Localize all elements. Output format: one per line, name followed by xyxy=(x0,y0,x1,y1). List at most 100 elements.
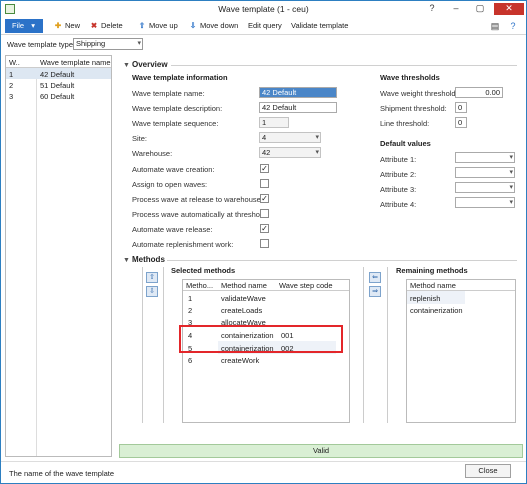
move-down-icon: ⇩ xyxy=(189,21,197,30)
attribute-4-select[interactable]: ▾ xyxy=(455,197,515,208)
remaining-method[interactable]: replenish xyxy=(410,294,440,303)
chevron-down-icon: ▾ xyxy=(315,149,319,156)
chevron-down-icon: ▾ xyxy=(509,184,513,191)
method-number: 1 xyxy=(188,294,193,303)
check-icon: ✓ xyxy=(261,164,268,173)
move-down-label: Move down xyxy=(200,21,239,30)
template-row[interactable]: 1 42 Default xyxy=(6,68,111,79)
col-header-number[interactable]: W.. xyxy=(9,58,20,67)
method-name[interactable]: validateWave xyxy=(221,294,266,303)
col-header-method-name[interactable]: Method name xyxy=(221,281,267,290)
template-name-input[interactable]: 42 Default xyxy=(259,87,337,98)
column-divider xyxy=(36,56,37,456)
template-type-select[interactable]: Shipping ▾ xyxy=(73,38,143,50)
close-window-button[interactable]: ✕ xyxy=(494,3,524,15)
attribute-1-label: Attribute 1: xyxy=(380,155,417,164)
template-type-label: Wave template type: xyxy=(7,40,76,49)
sequence-label: Wave template sequence: xyxy=(132,119,219,128)
template-row[interactable]: 2 51 Default xyxy=(6,79,111,90)
highlight-box xyxy=(179,325,343,353)
weight-threshold-input[interactable]: 0.00 xyxy=(455,87,503,98)
automate-replenishment-checkbox[interactable] xyxy=(260,239,269,248)
automate-replenishment-label: Automate replenishment work: xyxy=(132,240,234,249)
automate-wave-release-checkbox[interactable]: ✓ xyxy=(260,224,269,233)
method-name[interactable]: createLoads xyxy=(221,306,262,315)
description-label: Wave template description: xyxy=(132,104,223,113)
help-icon[interactable]: ? xyxy=(507,20,519,32)
attribute-1-select[interactable]: ▾ xyxy=(455,152,515,163)
delete-button[interactable]: ✖ Delete xyxy=(89,19,123,33)
warehouse-value: 42 xyxy=(262,148,271,157)
thresholds-title: Wave thresholds xyxy=(380,73,440,82)
template-list: W.. Wave template name 1 42 Default 2 51… xyxy=(5,55,112,457)
chevron-down-icon: ▾ xyxy=(509,169,513,176)
line-threshold-label: Line threshold: xyxy=(380,119,430,128)
method-number: 6 xyxy=(188,356,193,365)
move-method-down-button[interactable]: ⇩ xyxy=(146,286,158,297)
edit-query-button[interactable]: Edit query xyxy=(248,19,282,33)
new-button[interactable]: ✚ New xyxy=(53,19,80,33)
row-name: 60 Default xyxy=(40,92,75,101)
process-at-release-label: Process wave at release to warehouse: xyxy=(132,195,263,204)
close-button[interactable]: Close xyxy=(465,464,511,478)
chevron-down-icon: ▾ xyxy=(315,134,319,141)
selected-methods-title: Selected methods xyxy=(171,266,236,275)
col-header-name[interactable]: Wave template name xyxy=(40,58,111,67)
maximize-button[interactable]: ▢ xyxy=(469,3,491,15)
template-list-header: W.. Wave template name xyxy=(6,56,111,68)
move-down-button[interactable]: ⇩ Move down xyxy=(188,19,239,33)
col-header-wave-step-code[interactable]: Wave step code xyxy=(279,281,333,290)
move-up-label: Move up xyxy=(149,21,178,30)
move-up-button[interactable]: ⇧ Move up xyxy=(137,19,178,33)
automate-wave-creation-label: Automate wave creation: xyxy=(132,165,215,174)
line-threshold-input[interactable]: 0 xyxy=(455,117,467,128)
site-select[interactable]: 4 ▾ xyxy=(259,132,321,143)
chevron-down-icon: ▾ xyxy=(509,199,513,206)
chevron-down-icon: ▾ xyxy=(509,154,513,161)
method-name[interactable]: createWork xyxy=(221,356,259,365)
process-at-threshold-label: Process wave automatically at threshold: xyxy=(132,210,268,219)
view-icon[interactable]: ▤ xyxy=(489,20,501,32)
warehouse-select[interactable]: 42 ▾ xyxy=(259,147,321,158)
divider xyxy=(387,267,388,423)
template-description-input[interactable]: 42 Default xyxy=(259,102,337,113)
col-header-remaining-name[interactable]: Method name xyxy=(410,281,456,290)
file-label: File xyxy=(12,21,25,30)
add-method-button[interactable]: ⇐ xyxy=(369,272,381,283)
remaining-method[interactable]: containerization xyxy=(410,306,463,315)
shipment-threshold-input[interactable]: 0 xyxy=(455,102,467,113)
info-group-title: Wave template information xyxy=(132,73,228,82)
move-up-icon: ⇧ xyxy=(138,21,146,30)
attribute-2-label: Attribute 2: xyxy=(380,170,417,179)
chevron-down-icon[interactable]: ▼ xyxy=(123,62,130,69)
attribute-3-label: Attribute 3: xyxy=(380,185,417,194)
move-method-up-button[interactable]: ⇧ xyxy=(146,272,158,283)
status-bar: The name of the wave template xyxy=(1,461,526,483)
template-row[interactable]: 3 60 Default xyxy=(6,90,111,101)
template-type-value: Shipping xyxy=(76,39,106,48)
file-menu-button[interactable]: File ▾ xyxy=(5,19,43,33)
arrow-right-icon: ⇒ xyxy=(372,288,378,295)
process-at-threshold-checkbox[interactable] xyxy=(260,209,269,218)
divider xyxy=(163,267,164,423)
process-at-release-checkbox[interactable]: ✓ xyxy=(260,194,269,203)
attribute-3-select[interactable]: ▾ xyxy=(455,182,515,193)
col-header-method-number[interactable]: Metho... xyxy=(186,281,213,290)
assign-open-waves-checkbox[interactable] xyxy=(260,179,269,188)
check-icon: ✓ xyxy=(261,224,268,233)
automate-wave-creation-checkbox[interactable]: ✓ xyxy=(260,164,269,173)
automate-wave-release-label: Automate wave release: xyxy=(132,225,213,234)
remove-method-button[interactable]: ⇒ xyxy=(369,286,381,297)
chevron-down-icon: ▾ xyxy=(137,40,141,47)
row-number: 2 xyxy=(9,81,14,90)
chevron-down-icon[interactable]: ▼ xyxy=(123,257,130,264)
help-window-button[interactable]: ? xyxy=(421,3,443,15)
attribute-2-select[interactable]: ▾ xyxy=(455,167,515,178)
delete-icon: ✖ xyxy=(90,21,98,30)
validation-bar: Valid xyxy=(119,444,523,458)
method-number: 2 xyxy=(188,306,193,315)
overview-title[interactable]: Overview xyxy=(132,60,168,69)
methods-title[interactable]: Methods xyxy=(132,255,165,264)
minimize-button[interactable]: – xyxy=(445,3,467,15)
validate-template-button[interactable]: Validate template xyxy=(291,19,348,33)
